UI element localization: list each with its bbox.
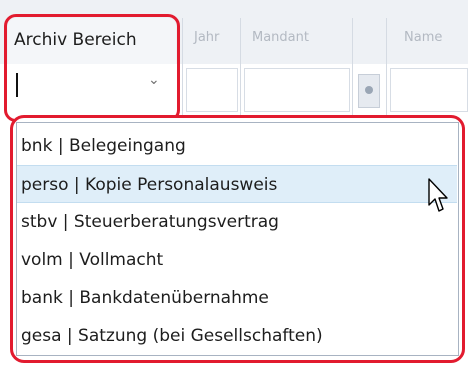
column-divider xyxy=(352,18,353,116)
column-header-jahr[interactable]: Jahr xyxy=(194,30,219,45)
filter-name-input[interactable] xyxy=(390,68,468,112)
column-divider xyxy=(386,18,387,116)
dropdown-list: bnk | Belegeingang perso | Kopie Persona… xyxy=(16,122,459,356)
dropdown-item-gesa[interactable]: gesa | Satzung (bei Gesellschaften) xyxy=(17,317,457,355)
archiv-bereich-dropdown: bnk | Belegeingang perso | Kopie Persona… xyxy=(10,115,465,363)
column-header-name[interactable]: Name xyxy=(404,30,442,45)
dropdown-item-volm[interactable]: volm | Vollmacht xyxy=(17,241,457,279)
dropdown-item-bank[interactable]: bank | Bankdatenübernahme xyxy=(17,279,457,317)
screenshot-stage: Jahr Mandant Name Archiv Bereich ⌄ bnk |… xyxy=(0,0,468,367)
filter-mandant-input[interactable] xyxy=(244,68,350,112)
column-header-mandant[interactable]: Mandant xyxy=(252,30,309,45)
dropdown-item-perso[interactable]: perso | Kopie Personalausweis xyxy=(17,165,457,203)
dropdown-item-stbv[interactable]: stbv | Steuerberatungsvertrag xyxy=(17,203,457,241)
filter-jahr-input[interactable] xyxy=(186,68,238,112)
highlight-frame-header xyxy=(4,14,180,122)
mouse-pointer-icon xyxy=(428,178,448,212)
search-icon xyxy=(365,86,373,94)
filter-search-button[interactable] xyxy=(358,74,380,108)
dropdown-item-bnk[interactable]: bnk | Belegeingang xyxy=(17,127,457,165)
column-divider xyxy=(240,18,241,116)
column-divider xyxy=(182,18,183,116)
